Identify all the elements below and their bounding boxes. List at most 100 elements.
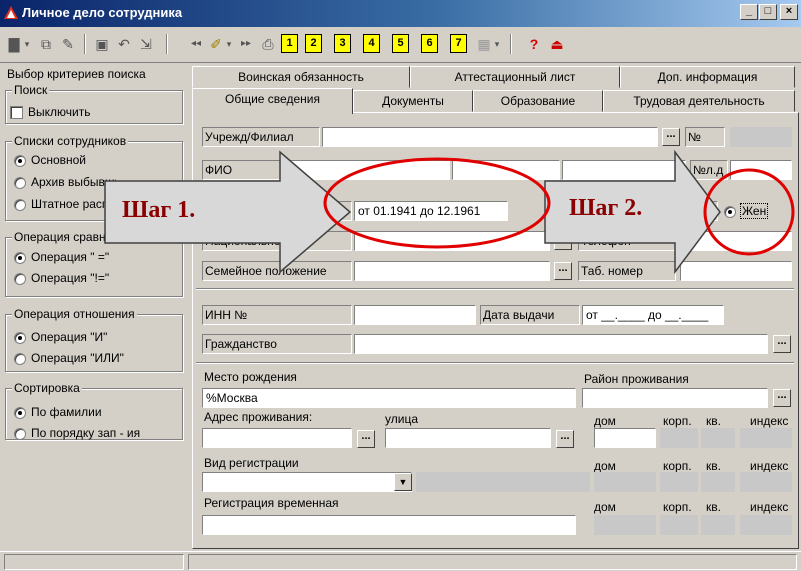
radio-op-or[interactable]	[14, 353, 26, 365]
page-4-icon[interactable]: 4	[363, 34, 380, 53]
tab-general[interactable]: Общие сведения	[192, 88, 353, 114]
street-lookup-button[interactable]: ...	[556, 430, 574, 448]
index-field	[740, 428, 792, 448]
page-6-icon[interactable]: 6	[421, 34, 438, 53]
corp-field	[660, 428, 698, 448]
corp-label: корп.	[663, 414, 692, 428]
nationality-lookup-button[interactable]: ...	[554, 232, 572, 250]
radio-staff-label: Штатное расписание	[31, 197, 116, 211]
title-bar: Личное дело сотрудника _ □ ×	[0, 0, 801, 27]
delete-icon[interactable]: ▣	[92, 34, 112, 54]
page-2-icon[interactable]: 2	[305, 34, 322, 53]
window-title: Личное дело сотрудника	[22, 5, 183, 20]
birthplace-field[interactable]: %Москва	[202, 388, 576, 408]
issue-date-field[interactable]: от __.____ до __.____	[582, 305, 724, 325]
citizenship-lookup-button[interactable]: ...	[773, 335, 791, 353]
first-name-field[interactable]	[452, 160, 560, 180]
citizenship-field[interactable]	[354, 334, 768, 354]
last-name-field[interactable]	[290, 160, 450, 180]
middle-name-field[interactable]	[562, 160, 686, 180]
radio-sort-order[interactable]	[14, 428, 26, 440]
phone-field[interactable]	[680, 231, 792, 251]
filter-icon[interactable]: ✐	[206, 34, 226, 54]
tab-number-field[interactable]	[680, 261, 792, 281]
institution-lookup-button[interactable]: ...	[662, 128, 680, 146]
address-city-lookup-button[interactable]: ...	[357, 430, 375, 448]
page-3-icon[interactable]: 3	[334, 34, 351, 53]
tab-attestation[interactable]: Аттестационный лист	[410, 66, 620, 88]
reg-street-field	[416, 472, 590, 492]
page-7-icon[interactable]: 7	[450, 34, 467, 53]
maximize-button[interactable]: □	[759, 4, 777, 20]
radio-op-eq[interactable]	[14, 252, 26, 264]
apt-label: кв.	[706, 414, 721, 428]
temp-house-field	[594, 515, 656, 535]
exit-icon[interactable]: ⏏	[547, 34, 567, 54]
personal-no-field[interactable]	[730, 160, 792, 180]
street-label: улица	[385, 412, 418, 426]
prev-icon[interactable]: ◂◂	[186, 34, 206, 54]
marital-status-field[interactable]	[354, 261, 550, 281]
dropdown-arrow[interactable]: ▾	[224, 34, 234, 54]
dropdown-arrow[interactable]: ▾	[22, 34, 32, 54]
address-city-field[interactable]	[202, 428, 352, 448]
grid-icon[interactable]: ▦	[474, 34, 494, 54]
nationality-field[interactable]	[354, 231, 550, 251]
radio-sort-name-label: По фамилии	[31, 405, 102, 419]
radio-op-and-label: Операция "И"	[31, 330, 108, 344]
temp-apt-field	[701, 515, 735, 535]
reg-type-select[interactable]	[202, 472, 412, 492]
house-field[interactable]	[594, 428, 656, 448]
next-icon[interactable]: ▸▸	[236, 34, 256, 54]
inn-field[interactable]	[354, 305, 476, 325]
reg-house-label: дом	[594, 459, 616, 473]
page-1-icon[interactable]: 1	[281, 34, 298, 53]
minimize-button[interactable]: _	[740, 4, 758, 20]
reg-house-field	[594, 472, 656, 492]
reg-type-label: Вид регистрации	[204, 456, 299, 470]
copy-icon[interactable]: ⧉	[36, 34, 56, 54]
dropdown-arrow[interactable]: ▾	[492, 34, 502, 54]
compare-group: Операция сравнения	[5, 230, 183, 297]
radio-female[interactable]	[724, 206, 736, 218]
marital-lookup-button[interactable]: ...	[554, 262, 572, 280]
street-field[interactable]	[385, 428, 551, 448]
radio-op-and[interactable]	[14, 332, 26, 344]
edit-icon[interactable]: ✎	[58, 34, 78, 54]
birth-range-field[interactable]: от 01.1941 до 12.1961	[354, 201, 508, 221]
relation-legend: Операция отношения	[12, 307, 137, 321]
tab-military[interactable]: Воинская обязанность	[192, 66, 410, 88]
apt-field	[701, 428, 735, 448]
undo-icon[interactable]: ↶	[114, 34, 134, 54]
radio-staff[interactable]	[14, 199, 26, 211]
tab-documents[interactable]: Документы	[353, 90, 473, 112]
radio-op-neq[interactable]	[14, 273, 26, 285]
help-icon[interactable]: ?	[524, 34, 544, 54]
export-icon[interactable]: ⇲	[136, 34, 156, 54]
reg-corp-label: корп.	[663, 459, 692, 473]
inn-label: ИНН №	[202, 305, 352, 325]
step1-label: Шаг 1.	[122, 197, 196, 223]
temp-house-label: дом	[594, 500, 616, 514]
close-button[interactable]: ×	[780, 4, 798, 20]
institution-field[interactable]	[322, 127, 658, 147]
chevron-down-icon[interactable]: ▼	[394, 473, 412, 491]
temp-corp-label: корп.	[663, 500, 692, 514]
district-field[interactable]	[582, 388, 768, 408]
print-icon[interactable]: ⎙	[258, 34, 278, 54]
page-5-icon[interactable]: 5	[392, 34, 409, 53]
tab-education[interactable]: Образование	[473, 90, 603, 112]
new-doc-icon[interactable]: ▇	[4, 34, 24, 54]
toolbar: ▇ ▾ ⧉ ✎ ▣ ↶ ⇲ ◂◂ ✐ ▾ ▸▸ ⎙ 1 2 3 4 5 6 7 …	[0, 27, 801, 63]
tab-employment[interactable]: Трудовая деятельность	[603, 90, 795, 112]
radio-main[interactable]	[14, 155, 26, 167]
district-lookup-button[interactable]: ...	[773, 389, 791, 407]
radio-sort-name[interactable]	[14, 407, 26, 419]
radio-female-label: Жен	[740, 203, 769, 219]
tab-extra-info[interactable]: Доп. информация	[620, 66, 795, 88]
reg-index-field	[740, 472, 792, 492]
radio-op-or-label: Операция "ИЛИ"	[31, 351, 124, 365]
disable-checkbox[interactable]	[10, 106, 23, 119]
radio-archive[interactable]	[14, 177, 26, 189]
temp-reg-field[interactable]	[202, 515, 576, 535]
